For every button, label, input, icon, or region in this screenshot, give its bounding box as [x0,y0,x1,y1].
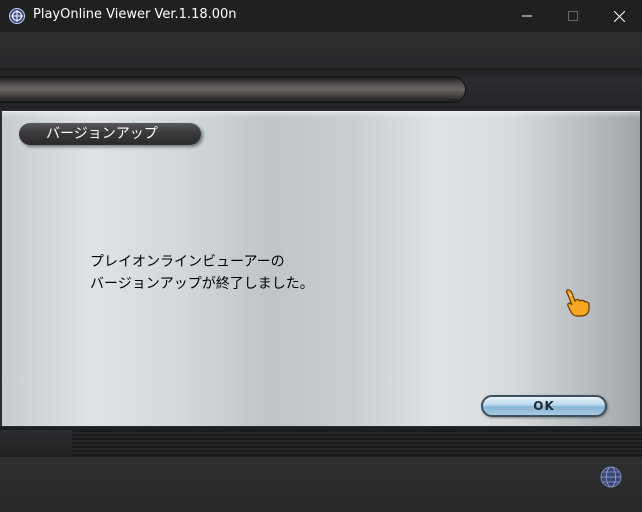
window-title: PlayOnline Viewer Ver.1.18.00n [33,7,237,22]
footer [0,457,642,512]
minimize-icon [522,15,532,17]
message-line-2: バージョンアップが終了しました。 [90,276,314,292]
message-line-1: プレイオンラインビューアーの [90,254,285,270]
maximize-button[interactable] [550,0,596,32]
decorative-rail [0,77,465,102]
dialog-panel: バージョンアップ プレイオンラインビューアーの バージョンアップが終了しました。… [2,111,640,426]
dialog-heading: バージョンアップ [19,123,201,145]
ok-button[interactable]: OK [481,395,607,417]
pointing-hand-cursor-icon [565,289,590,317]
title-bar: PlayOnline Viewer Ver.1.18.00n [0,0,642,32]
dialog-message: プレイオンラインビューアーの バージョンアップが終了しました。 [90,251,314,295]
bottom-rail [72,430,642,456]
globe-icon[interactable] [600,466,622,488]
playonline-icon [9,8,25,24]
minimize-button[interactable] [504,0,550,32]
close-button[interactable] [596,0,642,32]
maximize-icon [568,11,578,21]
close-icon [613,10,625,22]
bottom-rail-left [0,430,72,456]
top-band [0,32,642,68]
